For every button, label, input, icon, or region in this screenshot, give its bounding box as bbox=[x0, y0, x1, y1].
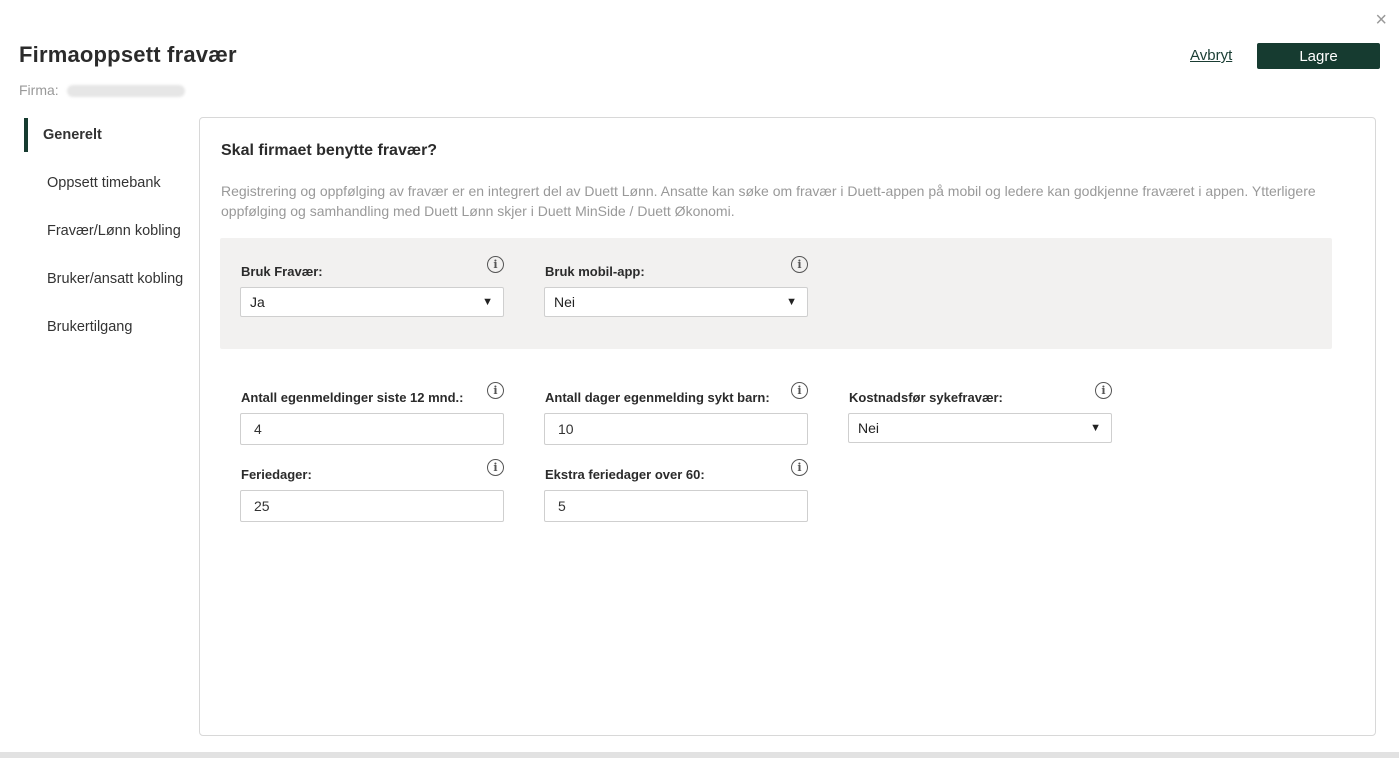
caret-down-icon: ▼ bbox=[786, 296, 797, 308]
sidebar-item-brukertilgang[interactable]: Brukertilgang bbox=[24, 310, 194, 344]
sidebar-item-label: Oppsett timebank bbox=[47, 175, 161, 191]
bottom-strip bbox=[0, 752, 1399, 758]
cancel-link[interactable]: Avbryt bbox=[1190, 47, 1232, 64]
feriedager-label: Feriedager: bbox=[241, 467, 312, 482]
antall-dager-sykt-barn-field: Antall dager egenmelding sykt barn: i bbox=[544, 382, 808, 445]
sidebar-item-bruker-ansatt-kobling[interactable]: Bruker/ansatt kobling bbox=[24, 262, 194, 296]
info-icon[interactable]: i bbox=[791, 256, 808, 273]
ekstra-feriedager-label: Ekstra feriedager over 60: bbox=[545, 467, 705, 482]
save-button[interactable]: Lagre bbox=[1257, 43, 1380, 69]
dialog: × Firmaoppsett fravær Firma: Avbryt Lagr… bbox=[0, 0, 1399, 752]
antall-egenmeldinger-field: Antall egenmeldinger siste 12 mnd.: i bbox=[240, 382, 504, 445]
info-icon[interactable]: i bbox=[487, 382, 504, 399]
sidebar-item-generelt[interactable]: Generelt bbox=[24, 118, 194, 152]
sidebar-item-oppsett-timebank[interactable]: Oppsett timebank bbox=[24, 166, 194, 200]
info-icon[interactable]: i bbox=[791, 459, 808, 476]
bruk-fravaer-label: Bruk Fravær: bbox=[241, 264, 323, 279]
kostnadsfor-sykefravaer-label: Kostnadsfør sykefravær: bbox=[849, 390, 1003, 405]
feriedager-field: Feriedager: i bbox=[240, 459, 504, 522]
firma-label: Firma: bbox=[19, 82, 59, 98]
firma-line: Firma: bbox=[19, 82, 185, 98]
info-icon[interactable]: i bbox=[487, 459, 504, 476]
feriedager-input[interactable] bbox=[240, 490, 504, 522]
bruk-fravaer-select[interactable]: Ja ▼ bbox=[240, 287, 504, 317]
ekstra-feriedager-input[interactable] bbox=[544, 490, 808, 522]
antall-egenmeldinger-label: Antall egenmeldinger siste 12 mnd.: bbox=[241, 390, 464, 405]
sidebar-item-label: Generelt bbox=[43, 127, 102, 143]
bruk-mobil-app-select[interactable]: Nei ▼ bbox=[544, 287, 808, 317]
bruk-mobil-app-field: Bruk mobil-app: i Nei ▼ bbox=[544, 256, 808, 317]
page-title: Firmaoppsett fravær bbox=[19, 42, 237, 67]
select-value: Nei bbox=[554, 294, 576, 310]
sidebar-item-label: Fravær/Lønn kobling bbox=[47, 223, 181, 239]
info-icon[interactable]: i bbox=[1095, 382, 1112, 399]
select-value: Ja bbox=[250, 294, 265, 310]
antall-dager-sykt-barn-input[interactable] bbox=[544, 413, 808, 445]
panel-description: Registrering og oppfølging av fravær er … bbox=[221, 183, 1316, 219]
kostnadsfor-sykefravaer-field: Kostnadsfør sykefravær: i Nei ▼ bbox=[848, 382, 1112, 443]
sidebar: Generelt Oppsett timebank Fravær/Lønn ko… bbox=[24, 118, 194, 358]
info-icon[interactable]: i bbox=[791, 382, 808, 399]
info-icon[interactable]: i bbox=[487, 256, 504, 273]
ekstra-feriedager-field: Ekstra feriedager over 60: i bbox=[544, 459, 808, 522]
kostnadsfor-sykefravaer-select[interactable]: Nei ▼ bbox=[848, 413, 1112, 443]
sidebar-item-label: Brukertilgang bbox=[47, 319, 133, 335]
bruk-fravaer-field: Bruk Fravær: i Ja ▼ bbox=[240, 256, 504, 317]
antall-dager-sykt-barn-label: Antall dager egenmelding sykt barn: bbox=[545, 390, 770, 405]
caret-down-icon: ▼ bbox=[1090, 422, 1101, 434]
firma-name-redacted bbox=[66, 85, 185, 98]
sidebar-item-fravaer-lonn-kobling[interactable]: Fravær/Lønn kobling bbox=[24, 214, 194, 248]
antall-egenmeldinger-input[interactable] bbox=[240, 413, 504, 445]
settings-panel: Skal firmaet benytte fravær? Registrerin… bbox=[199, 117, 1376, 736]
caret-down-icon: ▼ bbox=[482, 296, 493, 308]
bruk-mobil-app-label: Bruk mobil-app: bbox=[545, 264, 645, 279]
panel-heading: Skal firmaet benytte fravær? bbox=[221, 142, 438, 159]
select-value: Nei bbox=[858, 420, 880, 436]
sidebar-item-label: Bruker/ansatt kobling bbox=[47, 271, 184, 287]
close-icon[interactable]: × bbox=[1375, 10, 1387, 30]
